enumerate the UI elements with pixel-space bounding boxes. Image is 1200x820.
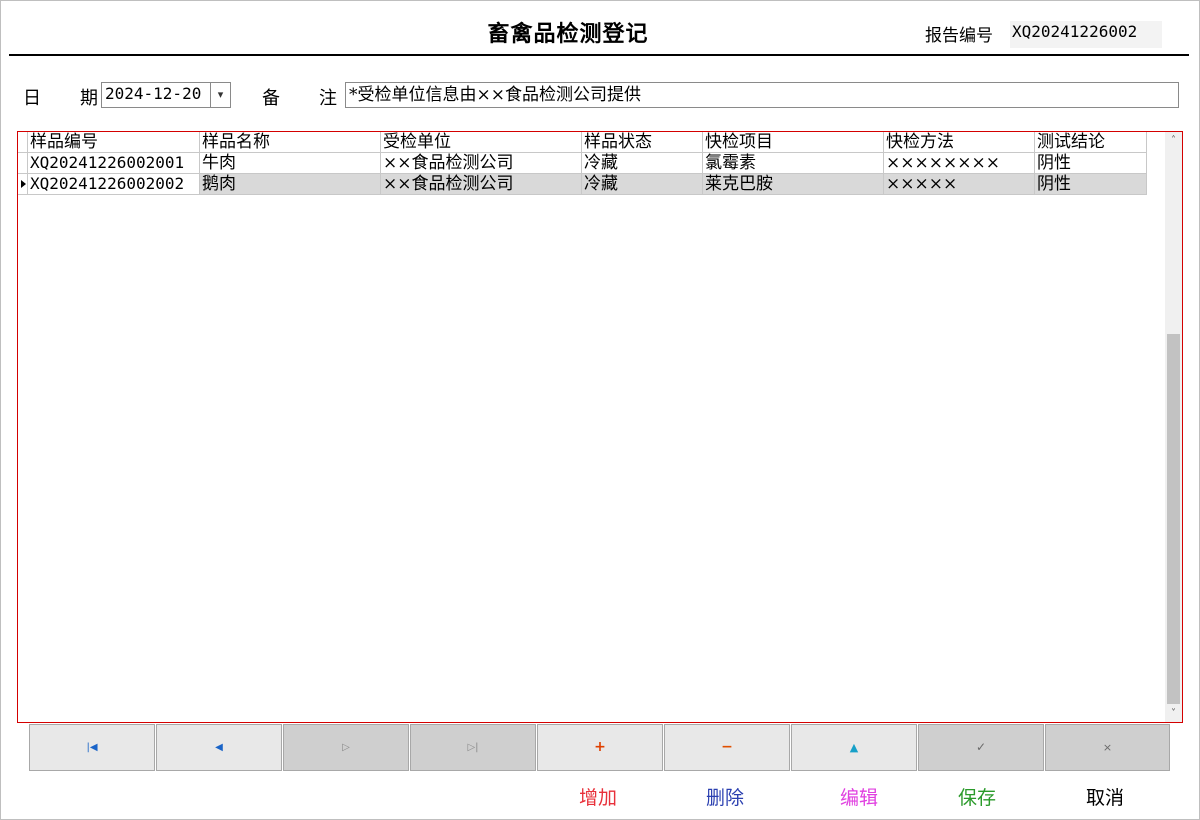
cancel-label[interactable]: 取消 — [1086, 783, 1124, 810]
cell-sample-name[interactable]: 鹅肉 — [200, 174, 381, 195]
add-icon: + — [594, 739, 606, 755]
chevron-down-icon[interactable]: ▾ — [210, 83, 230, 107]
cell-test-item[interactable]: 氯霉素 — [703, 153, 884, 174]
date-value[interactable]: 2024-12-20 — [105, 84, 201, 103]
cell-sample-state[interactable]: 冷藏 — [582, 174, 703, 195]
prev-record-button[interactable]: ◀ — [156, 724, 282, 771]
cancel-button[interactable]: × — [1045, 724, 1170, 771]
first-record-button[interactable]: |◀ — [29, 724, 155, 771]
save-icon: ✓ — [975, 740, 987, 754]
cell-test-method[interactable]: ××××× — [884, 174, 1035, 195]
cell-test-method[interactable]: ×××××××× — [884, 153, 1035, 174]
save-button[interactable]: ✓ — [918, 724, 1044, 771]
delete-label[interactable]: 删除 — [706, 783, 744, 810]
edit-button[interactable]: ▲ — [791, 724, 917, 771]
row-indicator[interactable] — [18, 174, 28, 195]
remark-label-char-1: 备 — [262, 88, 280, 109]
first-record-icon: |◀ — [86, 742, 98, 753]
date-label-char-1: 日 — [23, 88, 41, 109]
remark-input[interactable]: *受检单位信息由××食品检测公司提供 — [345, 82, 1179, 108]
cell-inspected-unit[interactable]: ××食品检测公司 — [381, 153, 582, 174]
current-row-arrow-icon — [21, 180, 26, 188]
delete-button[interactable]: − — [664, 724, 790, 771]
data-grid[interactable]: 样品编号 样品名称 受检单位 样品状态 快检项目 快检方法 测试结论 XQ202… — [17, 131, 1183, 723]
edit-icon: ▲ — [849, 741, 859, 754]
column-header-sample-name[interactable]: 样品名称 — [200, 132, 381, 153]
scroll-up-arrow-icon[interactable]: ˄ — [1165, 132, 1182, 149]
cell-sample-name[interactable]: 牛肉 — [200, 153, 381, 174]
add-label[interactable]: 增加 — [579, 783, 617, 810]
vertical-scrollbar[interactable]: ˄ ˅ — [1165, 132, 1182, 722]
column-header-sample-state[interactable]: 样品状态 — [582, 132, 703, 153]
prev-record-icon: ◀ — [215, 742, 223, 753]
report-number-label: 报告编号 — [925, 26, 993, 46]
cell-result[interactable]: 阴性 — [1035, 153, 1147, 174]
column-header-test-item[interactable]: 快检项目 — [703, 132, 884, 153]
add-button[interactable]: + — [537, 724, 663, 771]
column-header-result[interactable]: 测试结论 — [1035, 132, 1147, 153]
date-label-char-2: 期 — [80, 88, 98, 109]
cell-sample-state[interactable]: 冷藏 — [582, 153, 703, 174]
next-record-icon: ▷ — [342, 742, 350, 753]
cell-test-item[interactable]: 莱克巴胺 — [703, 174, 884, 195]
last-record-icon: ▷| — [467, 742, 479, 753]
scroll-down-arrow-icon[interactable]: ˅ — [1165, 705, 1182, 722]
cell-inspected-unit[interactable]: ××食品检测公司 — [381, 174, 582, 195]
remark-label-char-2: 注 — [319, 88, 337, 109]
scroll-thumb[interactable] — [1167, 334, 1180, 704]
column-header-test-method[interactable]: 快检方法 — [884, 132, 1035, 153]
save-label[interactable]: 保存 — [958, 783, 996, 810]
delete-icon: − — [721, 739, 733, 755]
cell-sample-no[interactable]: XQ20241226002001 — [28, 153, 200, 174]
cell-sample-no[interactable]: XQ20241226002002 — [28, 174, 200, 195]
header-indicator-cell — [18, 132, 28, 153]
date-picker[interactable]: 2024-12-20 ▾ — [101, 82, 231, 108]
cancel-icon: × — [1102, 741, 1113, 754]
column-header-sample-no[interactable]: 样品编号 — [28, 132, 200, 153]
report-number-field[interactable]: XQ20241226002 — [1010, 21, 1162, 48]
row-indicator[interactable] — [18, 153, 28, 174]
cell-result[interactable]: 阴性 — [1035, 174, 1147, 195]
next-record-button[interactable]: ▷ — [283, 724, 409, 771]
column-header-inspected-unit[interactable]: 受检单位 — [381, 132, 582, 153]
last-record-button[interactable]: ▷| — [410, 724, 536, 771]
edit-label[interactable]: 编辑 — [840, 783, 878, 810]
header-divider — [9, 54, 1189, 56]
